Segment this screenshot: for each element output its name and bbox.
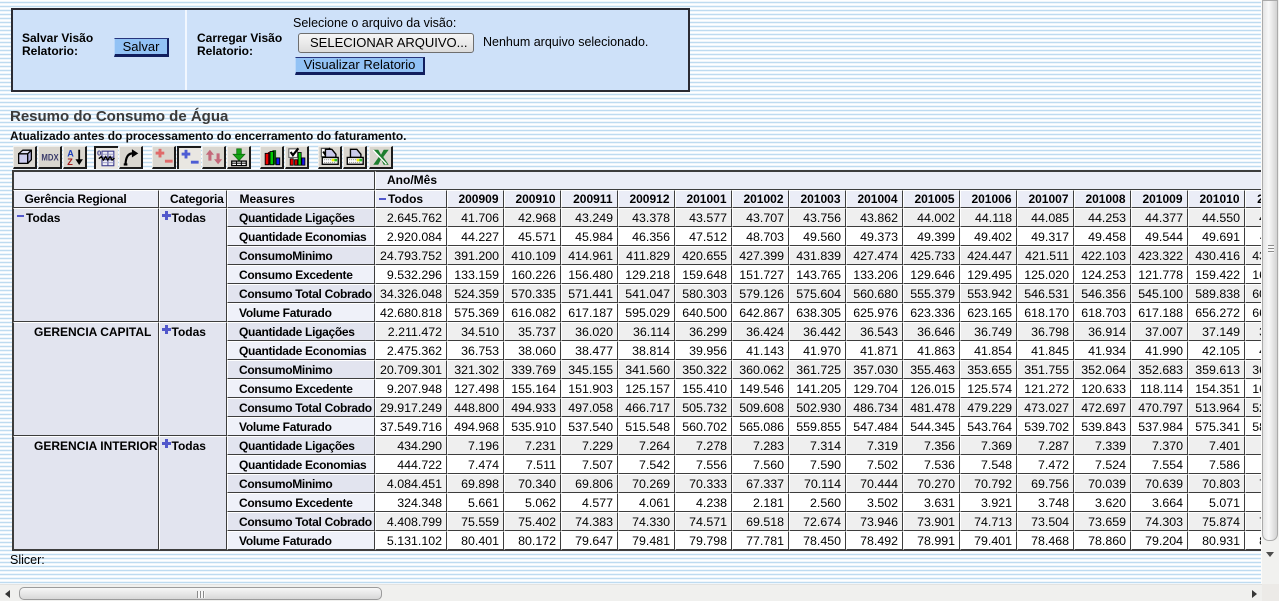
- svg-text:Z: Z: [67, 157, 73, 167]
- svg-text:0: 0: [97, 149, 101, 158]
- svg-text:MDX: MDX: [41, 153, 58, 163]
